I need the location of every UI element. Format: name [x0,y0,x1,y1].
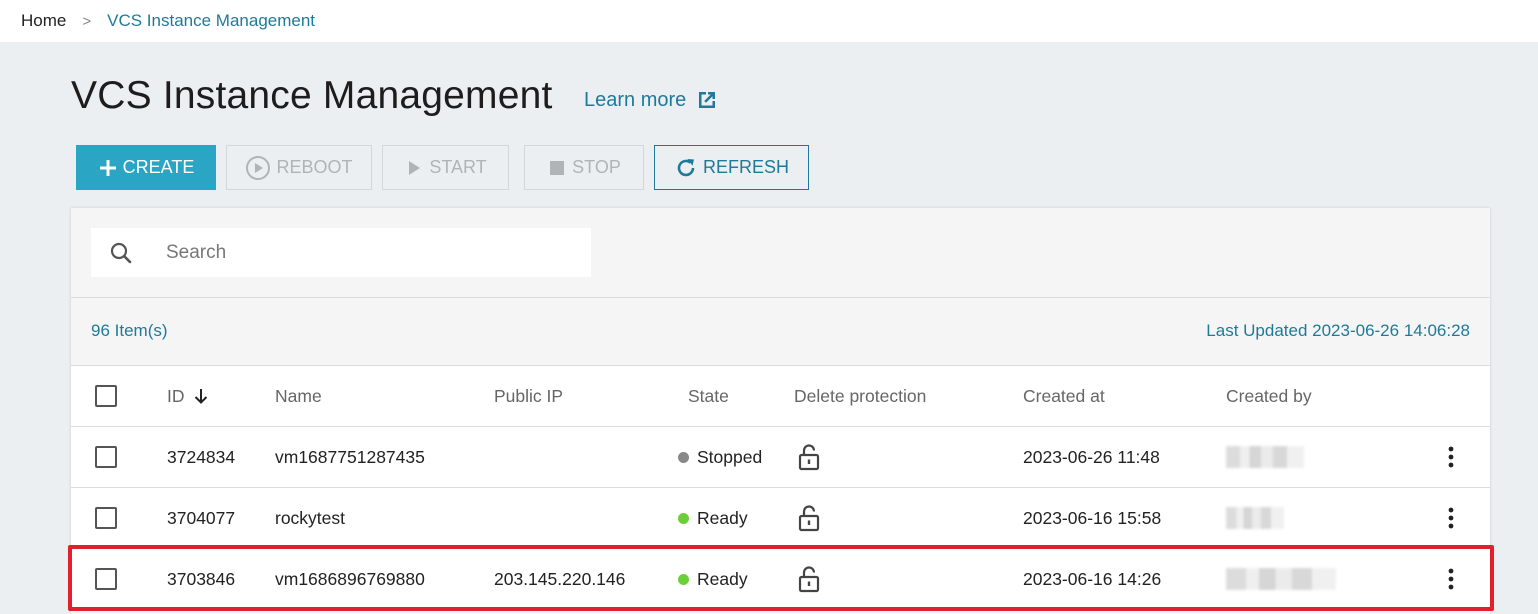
instance-table: ID Name Public IP State Delete protectio… [71,365,1490,609]
learn-more-link[interactable]: Learn more [584,88,719,112]
table-row[interactable]: 3704077 rockytest Ready 2023-06-16 15:58 [71,487,1490,548]
plus-icon [99,159,116,176]
column-created-at-header[interactable]: Created at [1023,366,1105,426]
row-more-button[interactable] [1441,488,1461,548]
row-delete-protection[interactable] [797,488,821,548]
breadcrumb-current[interactable]: VCS Instance Management [107,11,315,31]
column-name-header[interactable]: Name [275,366,322,426]
row-delete-protection[interactable] [797,427,821,487]
start-label: START [429,157,487,177]
search-box[interactable] [91,228,591,277]
row-state: Ready [678,488,748,548]
instance-panel: 96 Item(s) Last Updated 2023-06-26 14:06… [71,208,1490,614]
breadcrumb-separator: > [82,12,92,30]
refresh-button[interactable]: REFRESH [654,145,809,190]
search-icon [110,242,132,264]
row-id: 3703846 [167,568,236,589]
breadcrumb: Home > VCS Instance Management [0,0,1538,42]
row-created-by [1226,488,1284,548]
row-created-by [1226,549,1336,609]
external-link-icon [699,92,716,108]
stop-label: STOP [572,157,621,177]
row-public-ip: 203.145.220.146 [494,568,626,589]
status-dot-icon [678,451,689,463]
row-checkbox[interactable] [95,446,117,468]
row-checkbox[interactable] [95,507,117,529]
row-more-button[interactable] [1441,427,1461,487]
start-button[interactable]: START [382,145,509,190]
create-button[interactable]: CREATE [76,145,216,190]
refresh-icon [677,158,695,176]
summary-row: 96 Item(s) Last Updated 2023-06-26 14:06… [71,297,1490,365]
row-checkbox-cell [95,549,117,609]
row-name[interactable]: vm1687751287435 [275,427,425,487]
column-delete-protection-header[interactable]: Delete protection [794,366,926,426]
row-checkbox-cell [95,427,117,487]
row-state-label: Ready [697,507,748,528]
play-icon [409,160,421,175]
row-created-at: 2023-06-16 14:26 [1023,568,1162,589]
row-state: Stopped [678,427,762,487]
status-dot-icon [678,573,689,585]
row-checkbox[interactable] [95,568,117,590]
row-state-label: Ready [697,568,748,589]
search-input[interactable] [166,228,566,277]
more-vertical-icon [1448,446,1454,468]
select-all-checkbox[interactable] [95,385,117,407]
row-id: 3704077 [167,507,236,528]
create-label: CREATE [122,157,195,177]
more-vertical-icon [1448,507,1454,529]
stop-button[interactable]: STOP [524,145,644,190]
unlock-icon [798,505,820,532]
learn-more-label: Learn more [584,88,687,111]
row-created-at: 2023-06-16 15:58 [1023,507,1162,528]
table-header: ID Name Public IP State Delete protectio… [71,365,1490,426]
last-updated: Last Updated 2023-06-26 14:06:28 [1206,321,1470,340]
row-delete-protection[interactable] [797,549,821,609]
stop-icon [550,160,565,175]
reboot-label: REBOOT [276,157,353,177]
row-checkbox-cell [95,488,117,548]
column-public-ip-header[interactable]: Public IP [494,366,563,426]
row-name[interactable]: rockytest [275,488,345,548]
unlock-icon [798,444,820,471]
row-state-label: Stopped [697,446,763,467]
status-dot-icon [678,512,689,524]
row-name[interactable]: vm1686896769880 [275,549,425,609]
redacted-user [1226,568,1336,590]
select-all-cell [95,366,117,426]
redacted-user [1226,507,1284,529]
column-id-label: ID [167,385,185,406]
column-state-header[interactable]: State [688,366,729,426]
breadcrumb-home[interactable]: Home [21,11,66,31]
item-count: 96 Item(s) [91,321,168,340]
row-created-at: 2023-06-26 11:48 [1023,446,1160,467]
more-vertical-icon [1448,568,1454,590]
row-state: Ready [678,549,748,609]
table-row[interactable]: 3703846 vm1686896769880 203.145.220.146 … [71,548,1490,609]
table-row[interactable]: 3724834 vm1687751287435 Stopped 2023-06-… [71,426,1490,487]
play-circle-icon [246,155,271,180]
column-id-header[interactable]: ID [167,366,209,426]
refresh-label: REFRESH [702,157,789,177]
arrow-down-icon [194,389,207,404]
page-title: VCS Instance Management [71,74,553,117]
unlock-icon [798,566,820,593]
row-id: 3724834 [167,446,236,467]
reboot-button[interactable]: REBOOT [226,145,372,190]
column-created-by-header[interactable]: Created by [1226,366,1312,426]
row-created-by [1226,427,1304,487]
row-more-button[interactable] [1441,549,1461,609]
redacted-user [1226,446,1304,468]
